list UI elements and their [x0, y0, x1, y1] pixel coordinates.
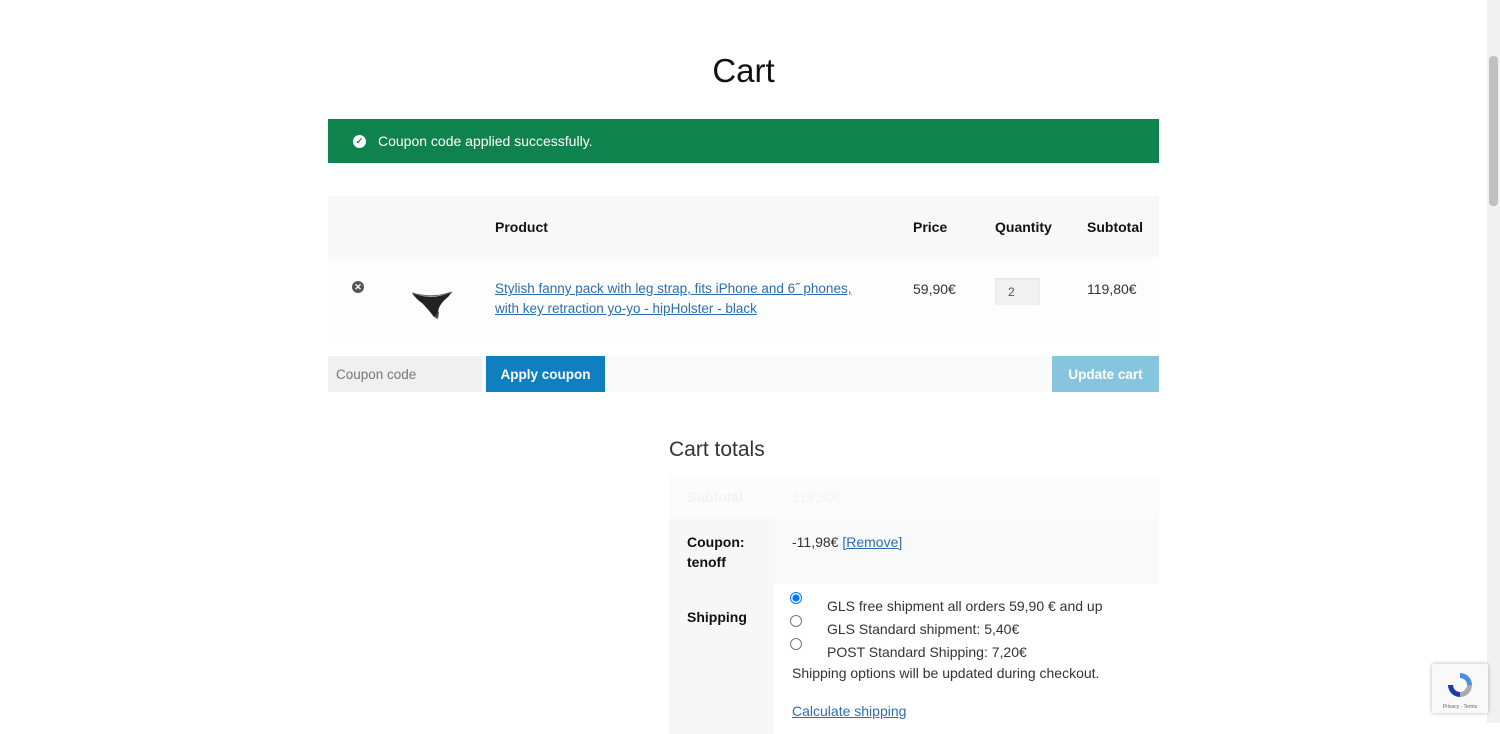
shipping-radio-gls-free[interactable] — [790, 592, 802, 604]
coupon-label-prefix: Coupon: — [687, 534, 745, 550]
header-quantity: Quantity — [995, 219, 1052, 235]
shipping-row: Shipping GLS free shipment all orders 59… — [669, 584, 1159, 734]
item-price: 59,90€ — [913, 281, 956, 297]
scrollbar-thumb[interactable] — [1489, 56, 1498, 206]
recaptcha-text: Privacy - Terms — [1442, 704, 1478, 710]
notice-message: Coupon code applied successfully. — [378, 133, 593, 149]
quantity-input[interactable] — [995, 278, 1040, 305]
calculate-shipping-link[interactable]: Calculate shipping — [792, 701, 1159, 721]
subtotal-value: 119,80€ — [774, 474, 1159, 519]
cart-actions: Apply coupon Update cart — [328, 356, 1159, 392]
coupon-value-cell: -11,98€ [Remove] — [774, 519, 1159, 584]
cart-totals-table: Subtotal 119,80€ Coupon: tenoff -11,98€ … — [669, 474, 1159, 734]
subtotal-row: Subtotal 119,80€ — [669, 474, 1159, 519]
shipping-note: Shipping options will be updated during … — [792, 665, 1100, 681]
item-subtotal: 119,80€ — [1087, 281, 1137, 297]
check-circle-icon: ✓ — [353, 134, 366, 148]
coupon-label: Coupon: tenoff — [669, 519, 774, 584]
cart-table: Product Price Quantity Subtotal ✕ Stylis… — [328, 196, 1159, 343]
scrollbar[interactable] — [1487, 0, 1500, 723]
product-link[interactable]: Stylish fanny pack with leg strap, fits … — [495, 279, 875, 319]
shipping-radio-post-standard[interactable] — [790, 638, 802, 650]
coupon-discount: -11,98€ — [792, 534, 839, 550]
shipping-options: GLS free shipment all orders 59,90 € and… — [774, 584, 1159, 734]
shipping-label: Shipping — [669, 584, 774, 734]
recaptcha-badge[interactable]: Privacy - Terms — [1432, 664, 1488, 713]
product-thumbnail[interactable] — [408, 283, 456, 319]
page-title: Cart — [712, 52, 775, 89]
header-subtotal: Subtotal — [1087, 219, 1143, 235]
update-cart-button[interactable]: Update cart — [1052, 356, 1159, 392]
remove-item-icon[interactable]: ✕ — [352, 281, 364, 293]
subtotal-label: Subtotal — [669, 474, 774, 519]
remove-coupon-link[interactable]: [Remove] — [842, 534, 902, 550]
success-notice: ✓ Coupon code applied successfully. — [328, 119, 1159, 163]
table-row: ✕ Stylish fanny pack with leg strap, fit… — [328, 257, 1159, 343]
coupon-code-input[interactable] — [328, 356, 482, 392]
coupon-code-name: tenoff — [687, 554, 726, 570]
header-product: Product — [495, 219, 548, 235]
shipping-option[interactable]: GLS free shipment all orders 59,90 € and… — [790, 592, 1159, 617]
shipping-radio-gls-standard[interactable] — [790, 615, 802, 627]
shipping-option[interactable]: POST Standard Shipping: 7,20€ — [790, 638, 1159, 663]
shipping-option-label: GLS free shipment all orders 59,90 € and… — [827, 598, 1103, 614]
apply-coupon-button[interactable]: Apply coupon — [486, 356, 605, 392]
shipping-option-label: GLS Standard shipment: 5,40€ — [827, 621, 1020, 637]
recaptcha-icon — [1448, 673, 1472, 697]
header-price: Price — [913, 219, 948, 235]
shipping-option-label: POST Standard Shipping: 7,20€ — [827, 644, 1027, 660]
table-header: Product Price Quantity Subtotal — [328, 196, 1159, 257]
coupon-row: Coupon: tenoff -11,98€ [Remove] — [669, 519, 1159, 584]
cart-totals-title: Cart totals — [669, 438, 765, 461]
shipping-option[interactable]: GLS Standard shipment: 5,40€ — [790, 615, 1159, 640]
